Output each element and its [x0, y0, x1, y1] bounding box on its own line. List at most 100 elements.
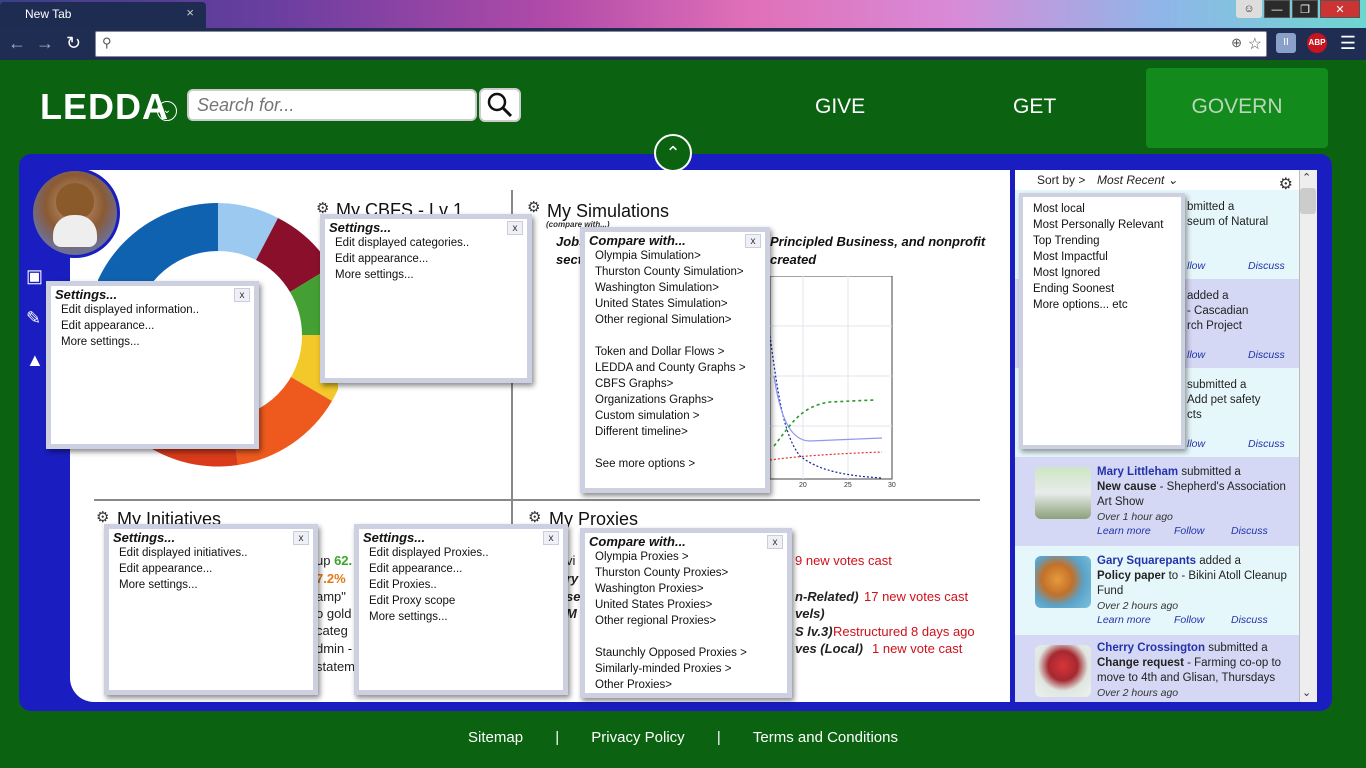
adblock-icon[interactable]: ABP	[1307, 33, 1327, 53]
edit-appearance[interactable]: Edit appearance...	[325, 251, 527, 267]
discuss-link[interactable]: Discuss	[1231, 525, 1268, 537]
compare-option[interactable]: Thurston County Simulation>	[585, 264, 765, 280]
close-icon[interactable]: x	[767, 535, 783, 549]
compare-option[interactable]: Other regional Proxies>	[585, 613, 787, 629]
sort-dropdown[interactable]: Most Recent ⌄	[1097, 173, 1178, 187]
bookmark-star-icon[interactable]: ☆	[1248, 34, 1262, 54]
edit-displayed-proxies[interactable]: Edit displayed Proxies..	[359, 545, 563, 561]
compare-option[interactable]: LEDDA and County Graphs >	[585, 360, 765, 376]
terms-link[interactable]: Terms and Conditions	[753, 729, 898, 746]
chat-icon[interactable]: ✎	[26, 308, 41, 329]
zoom-icon[interactable]: ⊕	[1231, 35, 1242, 51]
character-thumbnail[interactable]	[1035, 645, 1091, 697]
search-input[interactable]	[187, 89, 477, 121]
learn-more-link[interactable]: Learn more	[1097, 614, 1151, 626]
minimize-icon[interactable]: —	[1264, 0, 1290, 18]
browser-tab[interactable]: New Tab ×	[0, 2, 206, 28]
compare-option[interactable]: Other Proxies>	[585, 677, 787, 693]
sitemap-link[interactable]: Sitemap	[468, 729, 523, 746]
more-settings[interactable]: More settings...	[359, 609, 563, 625]
discuss-link[interactable]: Discuss	[1248, 260, 1285, 272]
learn-more-link[interactable]: Learn more	[1097, 525, 1151, 537]
edit-proxy-scope[interactable]: Edit Proxy scope	[359, 593, 563, 609]
edit-displayed-initiatives[interactable]: Edit displayed initiatives..	[109, 545, 313, 561]
sort-option[interactable]: Ending Soonest	[1023, 281, 1181, 297]
compare-option[interactable]: Washington Simulation>	[585, 280, 765, 296]
more-settings[interactable]: More settings...	[51, 334, 254, 350]
edit-appearance[interactable]: Edit appearance...	[109, 561, 313, 577]
sort-option[interactable]: Most Impactful	[1023, 249, 1181, 265]
scrollbar-thumb[interactable]	[1300, 188, 1316, 214]
collapse-header-icon[interactable]: ⌃	[654, 134, 692, 172]
see-more-options[interactable]: See more options >	[585, 456, 765, 472]
follow-link[interactable]: llow	[1187, 349, 1205, 361]
profile-icon[interactable]: ☺	[1236, 0, 1262, 18]
feed-scrollbar[interactable]	[1299, 170, 1317, 702]
sort-option[interactable]: Top Trending	[1023, 233, 1181, 249]
follow-link[interactable]: llow	[1187, 438, 1205, 450]
compare-option[interactable]: United States Proxies>	[585, 597, 787, 613]
compare-option[interactable]: CBFS Graphs>	[585, 376, 765, 392]
snail-thumbnail[interactable]	[1035, 556, 1091, 608]
logo-chevron-down-icon[interactable]: ⌄	[157, 101, 177, 121]
compare-option[interactable]: Other regional Simulation>	[585, 312, 765, 328]
sort-option[interactable]: Most Personally Relevant	[1023, 217, 1181, 233]
sort-option[interactable]: More options... etc	[1023, 297, 1181, 313]
feed-item-type[interactable]: Change request	[1097, 657, 1184, 669]
nav-get[interactable]: GET	[1013, 95, 1056, 119]
feed-item-type[interactable]: New cause	[1097, 481, 1156, 493]
compare-option[interactable]: Thurston County Proxies>	[585, 565, 787, 581]
lamb-thumbnail[interactable]	[1035, 467, 1091, 519]
edit-displayed-categories[interactable]: Edit displayed categories..	[325, 235, 527, 251]
compare-option[interactable]: Custom simulation >	[585, 408, 765, 424]
feed-user-name[interactable]: Gary Squarepants	[1097, 555, 1196, 567]
address-bar[interactable]: ⚲ ⊕ ☆	[95, 31, 1267, 57]
menu-icon[interactable]: ☰	[1338, 33, 1358, 53]
feed-settings-gear-icon[interactable]: ⚙	[1279, 174, 1293, 194]
restore-icon[interactable]: ❐	[1292, 0, 1318, 18]
edit-appearance[interactable]: Edit appearance...	[51, 318, 254, 334]
more-settings[interactable]: More settings...	[325, 267, 527, 283]
scroll-down-icon[interactable]: ⌄	[1302, 686, 1311, 699]
sort-option[interactable]: Most local	[1023, 201, 1181, 217]
more-settings[interactable]: More settings...	[109, 577, 313, 593]
compare-option[interactable]: Washington Proxies>	[585, 581, 787, 597]
feed-item-type[interactable]: Policy paper	[1097, 570, 1165, 582]
nav-govern[interactable]: GOVERN	[1146, 68, 1328, 148]
compare-option[interactable]: United States Simulation>	[585, 296, 765, 312]
close-icon[interactable]: x	[234, 288, 250, 302]
edit-proxies[interactable]: Edit Proxies..	[359, 577, 563, 593]
edit-appearance[interactable]: Edit appearance...	[359, 561, 563, 577]
id-card-icon[interactable]: ▣	[26, 266, 43, 287]
window-close-icon[interactable]: ✕	[1320, 0, 1360, 18]
compare-option[interactable]: Similarly-minded Proxies >	[585, 661, 787, 677]
edit-displayed-information[interactable]: Edit displayed information..	[51, 302, 254, 318]
close-icon[interactable]: x	[293, 531, 309, 545]
back-icon[interactable]: ←	[8, 33, 26, 54]
compare-option[interactable]: Token and Dollar Flows >	[585, 344, 765, 360]
close-icon[interactable]: x	[745, 234, 761, 248]
search-button[interactable]	[479, 88, 521, 122]
discuss-link[interactable]: Discuss	[1248, 438, 1285, 450]
close-icon[interactable]: x	[507, 221, 523, 235]
nav-give[interactable]: GIVE	[815, 95, 865, 119]
discuss-link[interactable]: Discuss	[1231, 614, 1268, 626]
feed-user-name[interactable]: Mary Littleham	[1097, 466, 1178, 478]
forward-icon[interactable]: →	[36, 33, 54, 54]
compare-option[interactable]: Staunchly Opposed Proxies >	[585, 645, 787, 661]
scroll-up-icon[interactable]: ⌃	[1302, 171, 1311, 184]
follow-link[interactable]: llow	[1187, 260, 1205, 272]
compare-option[interactable]: Organizations Graphs>	[585, 392, 765, 408]
compare-option[interactable]: Different timeline>	[585, 424, 765, 440]
reload-icon[interactable]: ↻	[66, 33, 81, 54]
site-logo[interactable]: LEDDA	[40, 86, 169, 128]
pause-extension-icon[interactable]: II	[1276, 33, 1296, 53]
compare-option[interactable]: Olympia Proxies >	[585, 549, 787, 565]
privacy-policy-link[interactable]: Privacy Policy	[591, 729, 684, 746]
close-icon[interactable]: x	[543, 531, 559, 545]
sort-option[interactable]: Most Ignored	[1023, 265, 1181, 281]
graduation-cap-icon[interactable]: ▲	[26, 350, 44, 371]
discuss-link[interactable]: Discuss	[1248, 349, 1285, 361]
follow-link[interactable]: Follow	[1174, 525, 1204, 537]
tab-close-icon[interactable]: ×	[186, 5, 194, 20]
